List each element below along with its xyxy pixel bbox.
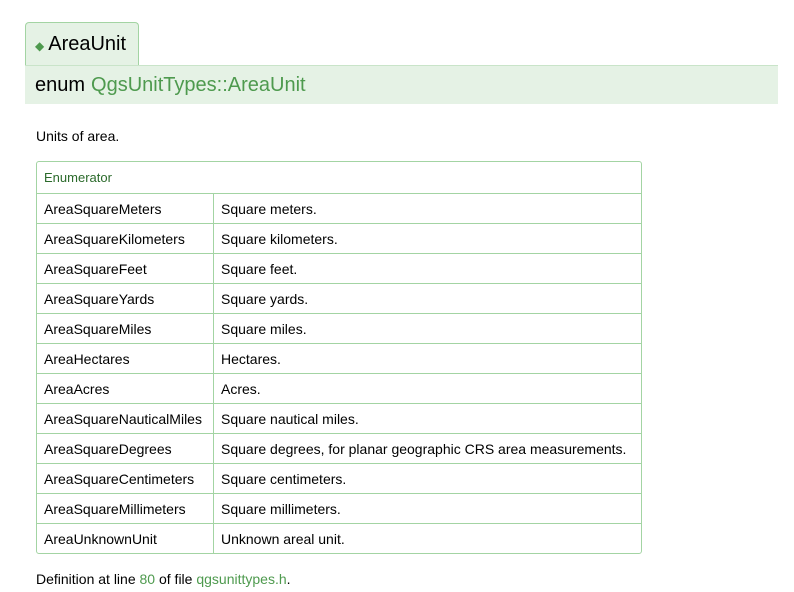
enum-qualified-name-link[interactable]: QgsUnitTypes::AreaUnit [91, 74, 306, 97]
table-header-row: Enumerator [37, 162, 641, 193]
table-row: AreaSquareFeet Square feet. [37, 253, 641, 283]
enumerator-name: AreaSquareNauticalMiles [37, 403, 214, 433]
table-row: AreaUnknownUnit Unknown areal unit. [37, 523, 641, 553]
enumerator-name: AreaAcres [37, 373, 214, 403]
enumerator-description: Hectares. [214, 343, 641, 373]
enumerator-description: Square miles. [214, 313, 641, 343]
enumerator-description: Unknown areal unit. [214, 523, 641, 553]
enumerator-description: Square nautical miles. [214, 403, 641, 433]
enumerator-description: Square meters. [214, 193, 641, 223]
footer-middle: of file [158, 571, 193, 587]
enumerator-description: Square millimeters. [214, 493, 641, 523]
enumerator-description: Square degrees, for planar geographic CR… [214, 433, 641, 463]
section-tab: ◆ AreaUnit [25, 22, 139, 66]
enumerator-description: Square yards. [214, 283, 641, 313]
table-row: AreaSquareKilometers Square kilometers. [37, 223, 641, 253]
enumerator-name: AreaSquareKilometers [37, 223, 214, 253]
enum-signature: enum QgsUnitTypes::AreaUnit [25, 65, 778, 104]
enumerator-description: Square kilometers. [214, 223, 641, 253]
enumerator-name: AreaSquareCentimeters [37, 463, 214, 493]
enumerator-name: AreaSquareFeet [37, 253, 214, 283]
footer-prefix: Definition at line [36, 571, 136, 587]
enumerator-description: Square centimeters. [214, 463, 641, 493]
table-row: AreaAcres Acres. [37, 373, 641, 403]
enumerator-name: AreaSquareMeters [37, 193, 214, 223]
enumerator-name: AreaUnknownUnit [37, 523, 214, 553]
enumerator-name: AreaSquareDegrees [37, 433, 214, 463]
definition-footer: Definition at line 80 of file qgsunittyp… [36, 571, 291, 587]
enumerator-name: AreaHectares [37, 343, 214, 373]
enumerator-name: AreaSquareMillimeters [37, 493, 214, 523]
definition-file-link[interactable]: qgsunittypes.h [196, 571, 286, 587]
table-row: AreaSquareYards Square yards. [37, 283, 641, 313]
table-row: AreaSquareDegrees Square degrees, for pl… [37, 433, 641, 463]
table-row: AreaSquareMillimeters Square millimeters… [37, 493, 641, 523]
table-header: Enumerator [44, 170, 112, 185]
table-row: AreaHectares Hectares. [37, 343, 641, 373]
table-row: AreaSquareMeters Square meters. [37, 193, 641, 223]
enumerator-description: Square feet. [214, 253, 641, 283]
table-row: AreaSquareNauticalMiles Square nautical … [37, 403, 641, 433]
definition-line-link[interactable]: 80 [140, 571, 156, 587]
enumerator-name: AreaSquareMiles [37, 313, 214, 343]
enumerator-description: Acres. [214, 373, 641, 403]
enumerator-table: Enumerator AreaSquareMeters Square meter… [36, 161, 642, 554]
table-row: AreaSquareCentimeters Square centimeters… [37, 463, 641, 493]
enumerator-name: AreaSquareYards [37, 283, 214, 313]
diamond-bullet-icon: ◆ [35, 38, 45, 53]
table-row: AreaSquareMiles Square miles. [37, 313, 641, 343]
footer-suffix: . [286, 571, 291, 587]
enum-description: Units of area. [36, 128, 120, 144]
tab-title: AreaUnit [48, 33, 127, 55]
enum-keyword: enum [35, 73, 86, 96]
